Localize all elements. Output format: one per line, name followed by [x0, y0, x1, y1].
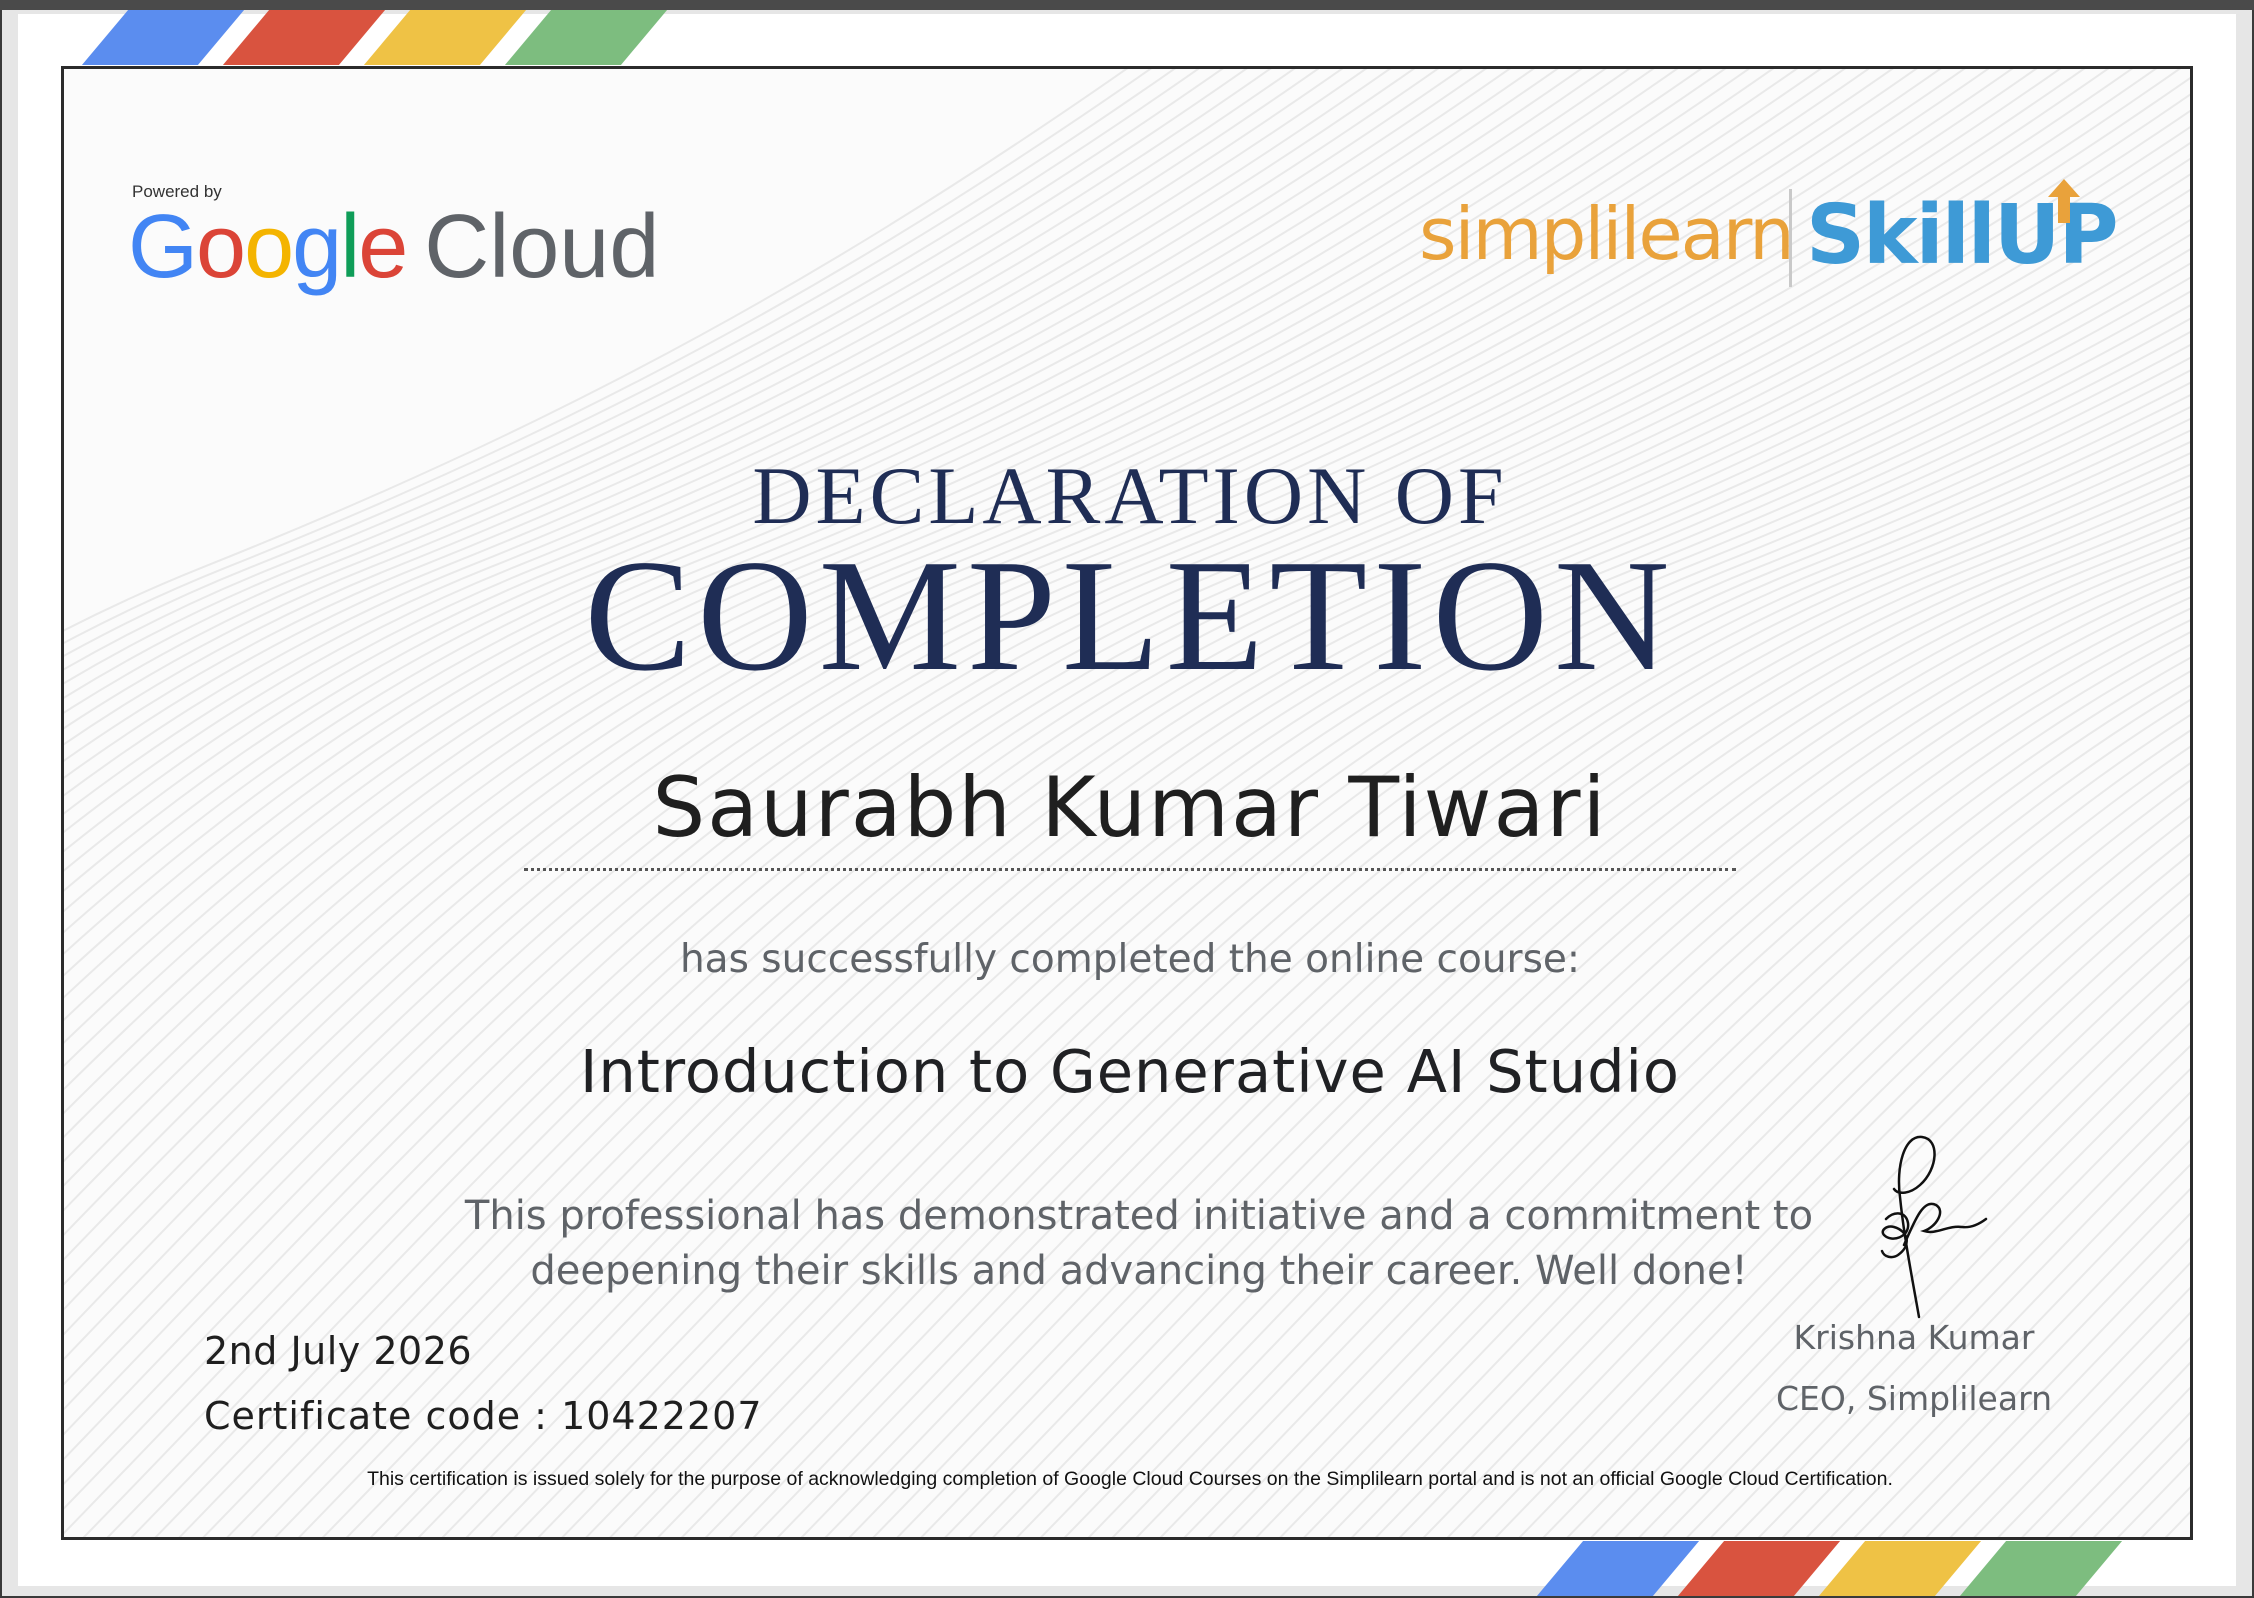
bottom-color-stripes — [1536, 1541, 2124, 1596]
google-letter-g: g — [292, 197, 342, 297]
praise-line: deepening their skills and advancing the… — [530, 1248, 1748, 1295]
praise-line: This professional has demonstrated initi… — [464, 1193, 1814, 1239]
certificate: Powered by Google Cloud simplilearn Skill… — [61, 66, 2193, 1540]
praise-text: This professional has demonstrated initi… — [459, 1189, 1819, 1299]
certificate-code-value: 10422207 — [561, 1394, 763, 1438]
certificate-code: Certificate code : 10422207 — [204, 1392, 763, 1441]
top-color-stripes — [81, 10, 669, 65]
stripe-yellow — [363, 10, 527, 65]
google-letter-l: l — [340, 197, 360, 297]
certificate-title-line2: COMPLETION — [584, 526, 1676, 704]
signer-title: CEO, Simplilearn — [1776, 1379, 2052, 1418]
stripe-green — [504, 10, 668, 65]
course-name: Introduction to Generative AI Studio — [579, 1037, 1681, 1106]
stripe-blue — [81, 10, 245, 65]
stripe-green — [1959, 1541, 2123, 1596]
disclaimer-text: This certification is issued solely for … — [367, 1468, 1893, 1490]
issue-date: 2nd July 2026 — [204, 1329, 473, 1373]
up-arrow-icon — [2048, 179, 2080, 223]
stripe-blue — [1536, 1541, 1700, 1596]
google-cloud-logo: Google Cloud — [128, 193, 659, 301]
google-letter-g: G — [128, 197, 198, 297]
google-letter-e: e — [358, 197, 408, 297]
certificate-code-label: Certificate code : — [204, 1394, 562, 1438]
google-cloud-word: Cloud — [424, 197, 660, 297]
stripe-red — [1677, 1541, 1841, 1596]
logo-divider — [1789, 189, 1792, 287]
stripe-yellow — [1818, 1541, 1982, 1596]
simplilearn-logo: simplilearn — [1419, 192, 1795, 276]
google-letter-o: o — [244, 197, 294, 297]
name-dotted-underline — [524, 868, 1736, 871]
stripe-red — [222, 10, 386, 65]
signature-image — [1880, 1135, 1988, 1319]
recipient-name: Saurabh Kumar Tiwari — [652, 759, 1608, 856]
signer-name: Krishna Kumar — [1793, 1318, 2035, 1357]
window-top-shade — [0, 0, 2254, 10]
completion-statement: has successfully completed the online co… — [679, 937, 1581, 982]
google-letter-o: o — [196, 197, 246, 297]
